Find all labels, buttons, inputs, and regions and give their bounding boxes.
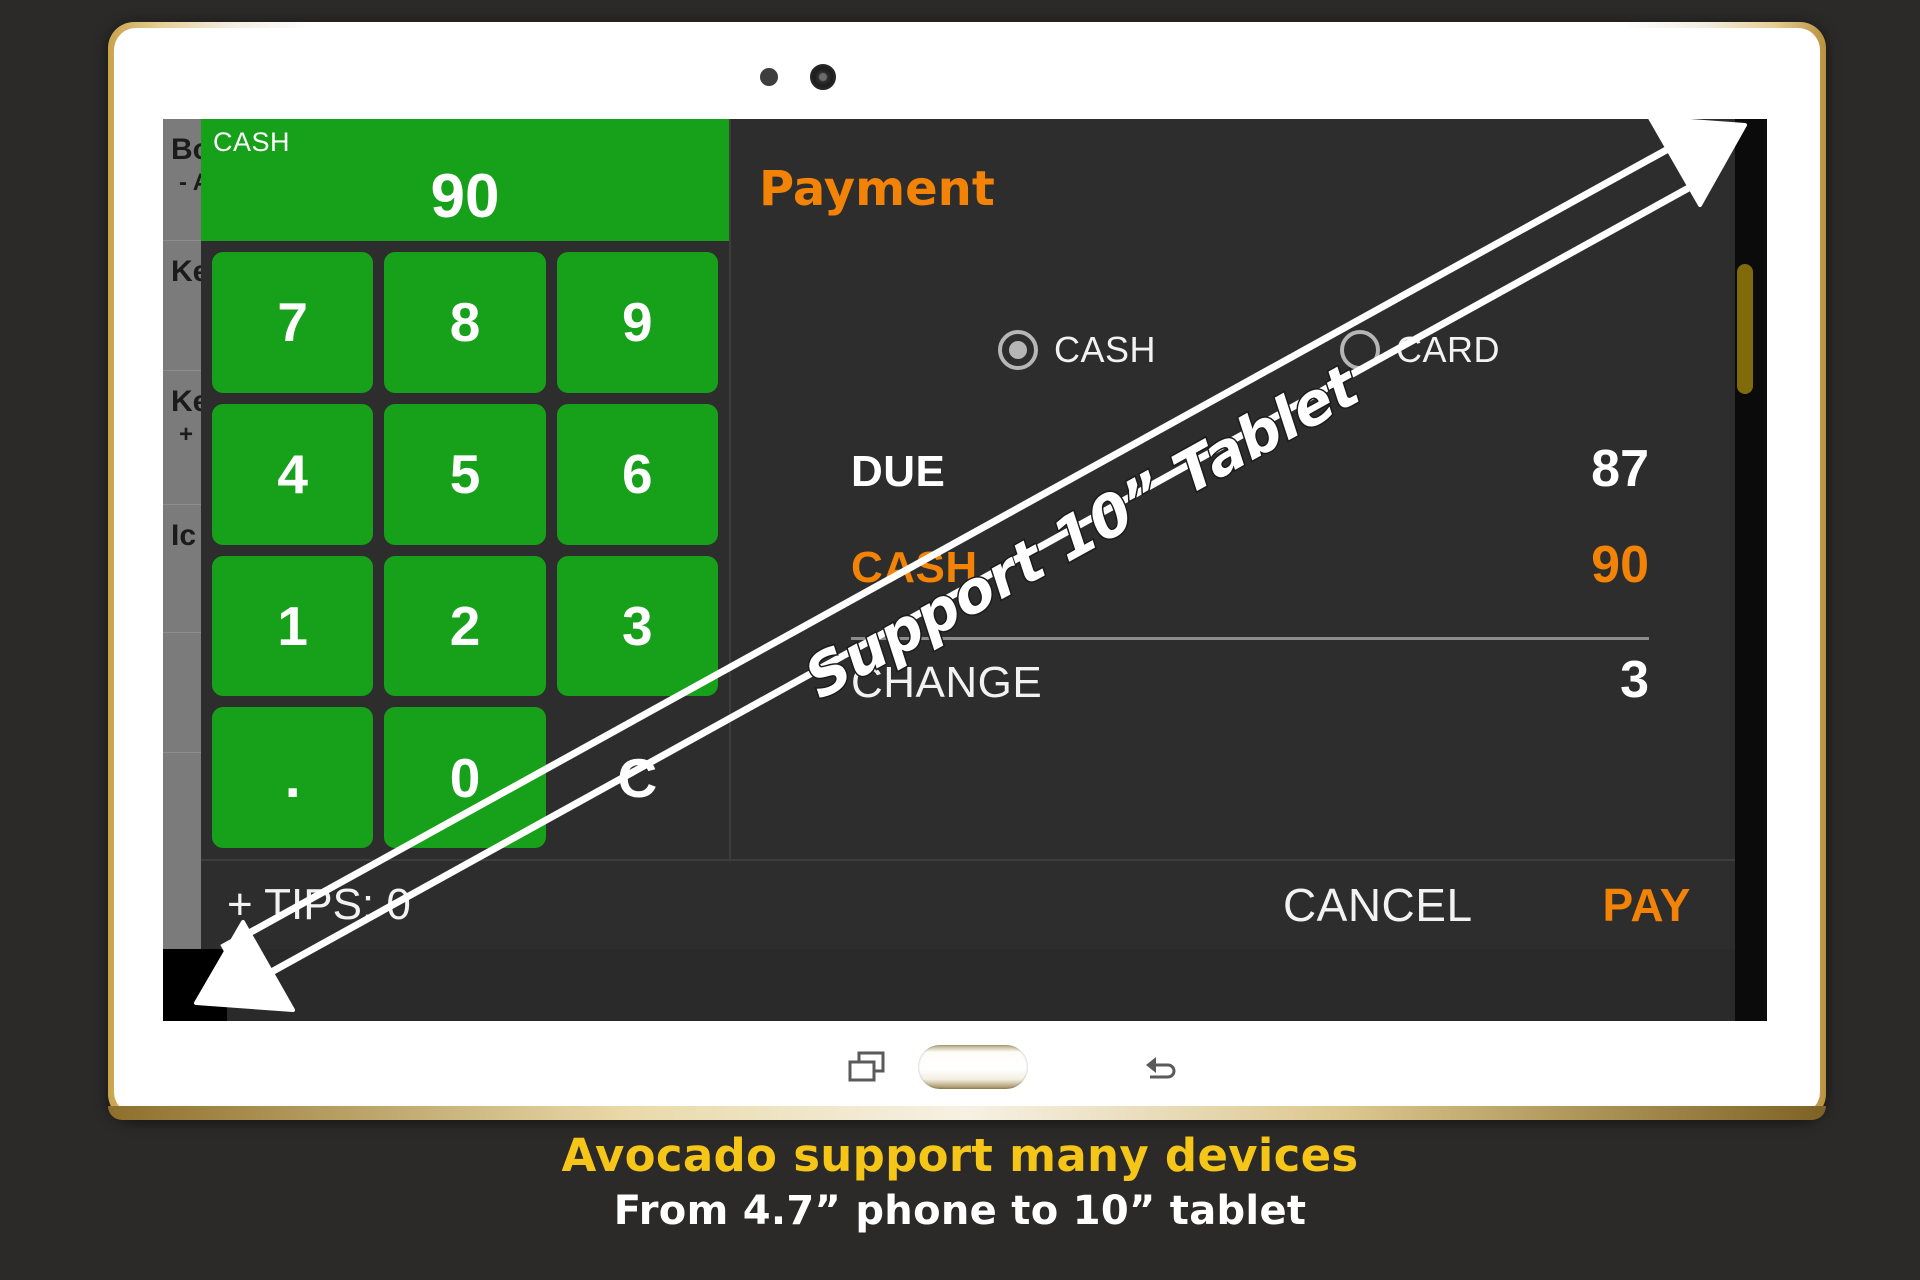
tips-button[interactable]: + TIPS: 0 xyxy=(227,880,411,930)
key-0[interactable]: 0 xyxy=(384,707,546,848)
caption-line-2: From 4.7” phone to 10” tablet xyxy=(613,1188,1307,1234)
key-4[interactable]: 4 xyxy=(212,403,374,545)
promo-screenshot: Bo - A Ke Ke + Ic CASH 90 7 8 9 4 5 6 1 … xyxy=(0,0,1920,1280)
key-5[interactable]: 5 xyxy=(384,403,546,545)
amount-display-value: 90 xyxy=(430,162,500,231)
summary-label: CASH xyxy=(851,543,978,592)
summary-label: DUE xyxy=(851,447,946,496)
dialog-action-bar: + TIPS: 0 CANCEL PAY xyxy=(201,859,1767,949)
dialog-body: CASH 90 7 8 9 4 5 6 1 2 3 . 0 C Payment … xyxy=(201,119,1767,949)
payment-method-label: CASH xyxy=(1053,329,1156,370)
numeric-keypad: CASH 90 7 8 9 4 5 6 1 2 3 . 0 C xyxy=(201,119,729,859)
recent-apps-icon[interactable] xyxy=(848,1051,890,1085)
caption-line-1: Avocado support many devices xyxy=(561,1129,1359,1182)
promo-caption: Avocado support many devices From 4.7” p… xyxy=(0,1128,1920,1238)
page-title: Payment xyxy=(759,161,995,217)
keypad-grid: 7 8 9 4 5 6 1 2 3 . 0 C xyxy=(201,241,729,859)
pay-button[interactable]: PAY xyxy=(1603,878,1691,932)
key-8[interactable]: 8 xyxy=(384,252,546,393)
screen-left-strip xyxy=(163,949,227,1021)
key-clear[interactable]: C xyxy=(557,707,718,848)
key-decimal[interactable]: . xyxy=(212,707,374,848)
key-7[interactable]: 7 xyxy=(212,252,374,393)
home-button[interactable] xyxy=(918,1045,1028,1089)
summary-row-change: CHANGE 3 xyxy=(851,650,1649,746)
key-1[interactable]: 1 xyxy=(212,555,374,697)
pos-app: Bo - A Ke Ke + Ic CASH 90 7 8 9 4 5 6 1 … xyxy=(163,119,1767,1021)
summary-value: 87 xyxy=(1591,440,1649,498)
payment-summary: DUE 87 CASH 90 CHANGE 3 xyxy=(851,439,1649,746)
key-6[interactable]: 6 xyxy=(556,403,718,545)
tablet-bottom-rim xyxy=(108,1106,1826,1120)
summary-value: 3 xyxy=(1620,651,1649,709)
payment-method-group: CASH CARD xyxy=(731,329,1767,371)
scrollbar-thumb[interactable] xyxy=(1737,264,1753,394)
summary-value: 90 xyxy=(1591,536,1649,594)
screen-right-edge xyxy=(1735,119,1767,1021)
back-icon[interactable] xyxy=(1140,1053,1180,1083)
summary-divider xyxy=(851,637,1649,640)
key-3[interactable]: 3 xyxy=(556,555,718,697)
summary-row-due: DUE 87 xyxy=(851,439,1649,535)
key-9[interactable]: 9 xyxy=(556,252,718,393)
tablet-screen: Bo - A Ke Ke + Ic CASH 90 7 8 9 4 5 6 1 … xyxy=(163,119,1767,1021)
payment-method-card[interactable]: CARD xyxy=(1340,329,1500,371)
radio-unselected-icon[interactable] xyxy=(1340,330,1380,370)
cancel-button[interactable]: CANCEL xyxy=(1283,878,1473,932)
summary-label: CHANGE xyxy=(851,658,1043,707)
summary-row-cash: CASH 90 xyxy=(851,535,1649,631)
android-navigation-bar xyxy=(108,1021,1826,1111)
amount-display: CASH 90 xyxy=(201,119,729,241)
payment-dialog: CASH 90 7 8 9 4 5 6 1 2 3 . 0 C Payment … xyxy=(201,119,1767,949)
radio-selected-icon[interactable] xyxy=(997,330,1038,370)
front-camera-icon xyxy=(810,64,836,90)
amount-display-label: CASH xyxy=(213,127,291,157)
sensor-dot-icon xyxy=(760,68,778,86)
payment-panel: Payment CASH CARD DUE 87 CASH 90 CHANGE … xyxy=(729,119,1767,859)
payment-method-cash[interactable]: CASH xyxy=(997,329,1156,371)
payment-method-label: CARD xyxy=(1396,329,1501,370)
key-2[interactable]: 2 xyxy=(384,555,546,697)
